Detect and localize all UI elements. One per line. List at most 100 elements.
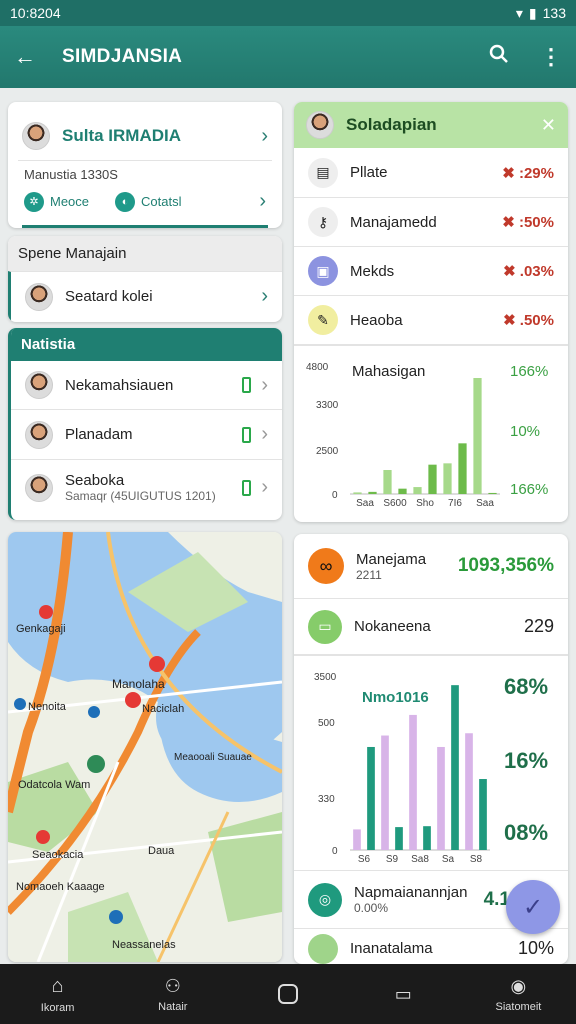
list-item-sub: Samaqr (45UIGUTUS 1201) — [65, 489, 216, 503]
list-item[interactable]: Seatard kolei › — [8, 271, 282, 321]
meoce-button[interactable]: ✲ Meoce — [24, 191, 89, 212]
chevron-right-icon[interactable]: › — [261, 125, 268, 148]
y-tick: 0 — [332, 846, 338, 857]
chevron-right-icon[interactable]: › — [261, 476, 268, 499]
chart-right-label: 10% — [510, 423, 540, 440]
map-pin-icon[interactable] — [125, 692, 141, 708]
stat-value: 229 — [523, 616, 554, 636]
stat-row[interactable]: ∞ Manejama 2211 1093,356% — [294, 534, 568, 598]
stat-row[interactable]: ▣ Mekds ✖ .03% — [294, 246, 568, 295]
stat-label: Manejama — [356, 550, 427, 568]
check-fab-button[interactable]: ✓ — [506, 880, 560, 934]
map-label: Meaooali Suauae — [174, 752, 252, 763]
x-tick: Sho — [416, 498, 434, 509]
stat-value: ✖ .50% — [503, 312, 554, 329]
stat-sub: 2211 — [356, 567, 382, 582]
map-pin-icon[interactable] — [36, 830, 50, 844]
contact-icon: ◐ — [115, 191, 136, 212]
avatar — [25, 473, 53, 502]
key-icon: ⚷ — [308, 207, 338, 237]
more-vert-icon[interactable]: ⋮ — [540, 44, 562, 70]
stat-label: Napmaianannjan — [354, 884, 468, 901]
map-canvas[interactable]: Genkagaji Manolaha Nenoita Naciclah Meao… — [8, 532, 282, 962]
chevron-right-icon[interactable]: › — [261, 285, 268, 308]
chart-bar — [353, 829, 361, 850]
profile-name: Sulta IRMADIA — [62, 126, 181, 145]
profile-card[interactable]: Sulta IRMADIA › Manustia 1330S ✲ Meoce ◐ C… — [8, 102, 282, 228]
chart-title: Nmo1016 — [362, 689, 429, 706]
y-tick: 3500 — [314, 672, 337, 683]
map-pin-icon[interactable] — [14, 698, 26, 710]
avatar — [25, 420, 53, 449]
nav-item-center[interactable] — [230, 964, 345, 1024]
app-bar: ← SIMDJANSIA ⋮ — [0, 26, 576, 88]
stat-row[interactable]: ▭ Nokaneena 229 — [294, 598, 568, 654]
map-pin-icon[interactable] — [39, 605, 53, 619]
y-tick: 330 — [318, 794, 335, 805]
circle-icon — [308, 933, 338, 964]
chart-bar — [465, 733, 473, 850]
list-item[interactable]: Seaboka Samaqr (45UIGUTUS 1201) › — [11, 459, 282, 515]
list-item-label: Seaboka — [65, 472, 125, 489]
nav-item-chat[interactable]: ▭ — [346, 964, 461, 1024]
chart-bar — [398, 488, 407, 494]
battery-icon — [242, 426, 252, 443]
map-label: Manolaha — [112, 677, 165, 691]
cotatsl-button[interactable]: ◐ Cotatsl — [115, 191, 182, 212]
nav-item-people[interactable]: ⚇ Natair — [115, 964, 230, 1024]
home-button-icon — [278, 984, 298, 1004]
list-item[interactable]: Nekamahsiauen › — [11, 361, 282, 409]
chart-bar — [428, 464, 437, 494]
wallet-icon: ▭ — [308, 609, 342, 644]
x-tick: S600 — [383, 498, 407, 509]
map-label: Genkagaji — [16, 623, 66, 635]
stat-row[interactable]: ✎ Heaoba ✖ .50% — [294, 295, 568, 344]
status-right: 133 — [542, 5, 566, 21]
map-pin-icon[interactable] — [88, 706, 100, 718]
panel-title: Soladapian — [346, 115, 437, 134]
chevron-right-icon[interactable]: › — [261, 423, 268, 446]
battery-icon — [242, 377, 252, 393]
stat-row[interactable]: ▤ Pllate ✖ :29% — [294, 148, 568, 197]
map-pin-icon[interactable] — [149, 656, 165, 672]
map-pin-icon[interactable] — [109, 910, 123, 924]
chevron-right-icon[interactable]: › — [261, 374, 268, 397]
map-pin-icon[interactable] — [87, 755, 105, 773]
y-tick: 4800 — [306, 362, 329, 373]
document-icon: ▤ — [308, 157, 338, 188]
y-tick: 0 — [332, 490, 338, 501]
map-label: Nomaoeh Kaaage — [16, 881, 105, 893]
stat-label: Nokaneena — [354, 618, 431, 635]
chart-bar — [473, 378, 482, 494]
soladapian-card: Soladapian ✕ ▤ Pllate ✖ :29% ⚷ Manajamed… — [294, 102, 568, 522]
arrow-left-icon[interactable]: ← — [14, 44, 36, 70]
chart-right-label: 166% — [510, 363, 548, 380]
search-icon[interactable] — [488, 43, 510, 71]
list-item-label: Seatard kolei — [65, 288, 153, 305]
chart-bar — [423, 826, 431, 850]
chart-bar — [443, 463, 452, 494]
chart-bar — [458, 443, 467, 494]
stat-label: Inanatalama — [350, 940, 433, 957]
stat-value: ✖ .03% — [503, 263, 554, 280]
people-icon: ⚇ — [164, 975, 181, 996]
spene-header: Spene Manajain — [8, 236, 282, 271]
stat-value: 1093,356% — [457, 555, 554, 576]
nav-item-home[interactable]: ⌂ Ikoram — [0, 964, 115, 1024]
profile-subtitle: Manustia 1330S — [24, 167, 118, 182]
chevron-right-icon[interactable]: › — [259, 190, 266, 213]
y-tick: 2500 — [316, 446, 339, 457]
x-tick: S8 — [470, 854, 483, 865]
map-label: Odatcola Wam — [18, 779, 90, 791]
stat-label: Mekds — [350, 262, 395, 280]
stat-sub: 0.00% — [354, 901, 389, 915]
list-item-label: Nekamahsiauen — [65, 376, 174, 394]
avatar — [25, 282, 53, 311]
y-tick: 500 — [318, 718, 335, 729]
nav-item-settings[interactable]: ◉ Siatomeit — [461, 964, 576, 1024]
list-item[interactable]: Planadam › — [11, 409, 282, 459]
stat-row[interactable]: ⚷ Manajamedd ✖ :50% — [294, 197, 568, 246]
map-view[interactable]: Genkagaji Manolaha Nenoita Naciclah Meao… — [8, 532, 282, 962]
x-tick: 7I6 — [448, 498, 462, 509]
close-icon[interactable]: ✕ — [541, 115, 556, 136]
